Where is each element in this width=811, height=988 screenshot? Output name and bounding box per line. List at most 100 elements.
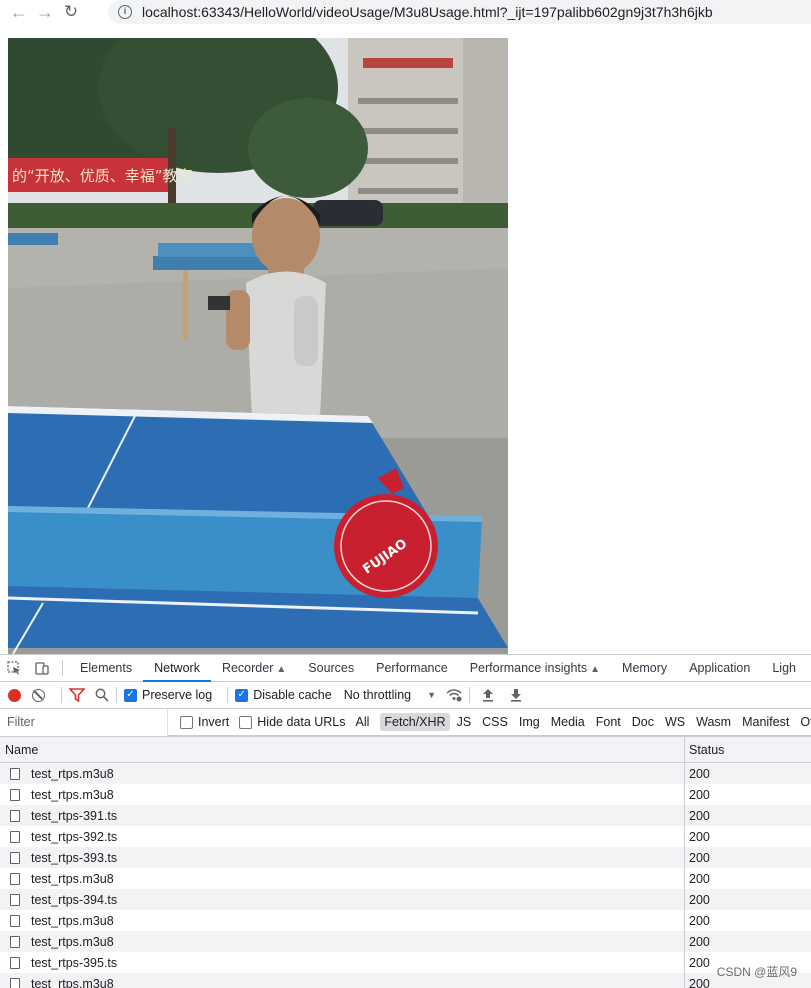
table-row[interactable]: test_rtps-393.ts 200	[0, 847, 811, 868]
reload-icon[interactable]: ↻	[58, 0, 84, 24]
video-player[interactable]: 的“开放、优质、幸福”教育 FUJIAO	[8, 38, 508, 654]
devtools-panel: Elements Network Recorder ▲ Sources Perfo…	[0, 654, 811, 988]
request-name-cell[interactable]: test_rtps.m3u8	[0, 931, 685, 952]
request-status-cell: 200	[689, 892, 710, 907]
flask-icon: ▲	[276, 663, 287, 675]
type-filter-manifest[interactable]: Manifest	[738, 713, 793, 731]
request-name-cell[interactable]: test_rtps-392.ts	[0, 826, 685, 847]
browser-toolbar: ← → ↻ i localhost:63343/HelloWorld/video…	[0, 0, 811, 24]
hide-data-urls-label[interactable]: Hide data URLs	[257, 715, 345, 729]
column-header-name[interactable]: Name	[0, 737, 685, 762]
type-filter-css[interactable]: CSS	[478, 713, 512, 731]
tab-recorder[interactable]: Recorder ▲	[211, 655, 297, 682]
hide-data-urls-option[interactable]: Hide data URLs	[239, 715, 353, 729]
table-row[interactable]: test_rtps-392.ts 200	[0, 826, 811, 847]
request-name-cell[interactable]: test_rtps-394.ts	[0, 889, 685, 910]
tab-sources[interactable]: Sources	[297, 655, 365, 682]
file-icon	[10, 914, 20, 927]
table-row[interactable]: test_rtps.m3u8 200	[0, 868, 811, 889]
tab-elements[interactable]: Elements	[69, 655, 143, 682]
type-filter-font[interactable]: Font	[592, 713, 625, 731]
disable-cache-label[interactable]: Disable cache	[253, 688, 332, 702]
table-row[interactable]: test_rtps-395.ts 200	[0, 952, 811, 973]
request-status-cell: 200	[689, 913, 710, 928]
type-filter-media[interactable]: Media	[547, 713, 589, 731]
url-text[interactable]: localhost:63343/HelloWorld/videoUsage/M3…	[142, 4, 713, 20]
table-row[interactable]: test_rtps.m3u8 200	[0, 784, 811, 805]
filter-input[interactable]	[0, 708, 168, 736]
toolbar-divider	[61, 687, 62, 703]
file-icon	[10, 872, 20, 885]
toolbar-divider	[227, 687, 229, 703]
clear-icon[interactable]	[32, 688, 45, 702]
type-filter-js[interactable]: JS	[453, 713, 476, 731]
address-bar[interactable]: i localhost:63343/HelloWorld/videoUsage/…	[108, 0, 811, 24]
request-name-cell[interactable]: test_rtps-393.ts	[0, 847, 685, 868]
banner-text: 的“开放、优质、幸福”教育	[12, 167, 193, 185]
toolbar-divider	[469, 687, 471, 703]
disable-cache-checkbox[interactable]: ✓	[235, 688, 249, 702]
table-row[interactable]: test_rtps.m3u8 200	[0, 931, 811, 952]
request-name-cell[interactable]: test_rtps.m3u8	[0, 868, 685, 889]
invert-option[interactable]: Invert	[180, 715, 237, 729]
request-status-cell: 200	[689, 829, 710, 844]
table-row[interactable]: test_rtps.m3u8 200	[0, 910, 811, 931]
info-icon[interactable]: i	[118, 5, 132, 19]
table-row[interactable]: test_rtps-394.ts 200	[0, 889, 811, 910]
export-har-icon[interactable]	[509, 688, 523, 702]
forward-arrow-icon[interactable]: →	[32, 0, 58, 24]
tab-memory[interactable]: Memory	[611, 655, 678, 682]
tab-network[interactable]: Network	[143, 655, 211, 682]
type-filter-ws[interactable]: WS	[661, 713, 689, 731]
table-row[interactable]: test_rtps.m3u8 200	[0, 763, 811, 784]
inspect-element-icon[interactable]	[0, 655, 28, 682]
tab-divider	[62, 660, 63, 676]
flask-icon: ▲	[590, 663, 601, 675]
tab-application[interactable]: Application	[678, 655, 761, 682]
throttling-select[interactable]: No throttling	[344, 688, 411, 702]
preserve-log-label[interactable]: Preserve log	[142, 688, 212, 702]
preserve-log-checkbox[interactable]: ✓	[124, 688, 137, 702]
tab-performance[interactable]: Performance	[365, 655, 459, 682]
invert-label[interactable]: Invert	[198, 715, 229, 729]
type-filter-wasm[interactable]: Wasm	[692, 713, 735, 731]
back-arrow-icon[interactable]: ←	[6, 0, 32, 24]
import-har-icon[interactable]	[481, 688, 495, 702]
file-icon	[10, 851, 20, 864]
tab-performance-insights[interactable]: Performance insights ▲	[459, 655, 611, 682]
request-name: test_rtps.m3u8	[31, 976, 114, 988]
column-header-status[interactable]: Status	[685, 737, 811, 762]
request-name-cell[interactable]: test_rtps.m3u8	[0, 910, 685, 931]
type-filter-all[interactable]: All	[352, 713, 374, 731]
request-name-cell[interactable]: test_rtps-391.ts	[0, 805, 685, 826]
network-conditions-icon[interactable]	[446, 688, 462, 702]
chevron-down-icon[interactable]: ▼	[427, 690, 436, 700]
request-status-cell: 200	[689, 850, 710, 865]
search-icon[interactable]	[95, 688, 109, 702]
request-status-cell: 200	[689, 871, 710, 886]
table-row[interactable]: test_rtps.m3u8 200	[0, 973, 811, 988]
file-icon	[10, 977, 20, 988]
request-name-cell[interactable]: test_rtps.m3u8	[0, 973, 685, 988]
request-name-cell[interactable]: test_rtps.m3u8	[0, 784, 685, 805]
tab-performance-insights-label: Performance insights	[469, 660, 588, 675]
invert-checkbox[interactable]	[180, 715, 193, 729]
request-name-cell[interactable]: test_rtps.m3u8	[0, 763, 685, 784]
request-name: test_rtps-392.ts	[31, 829, 118, 844]
hide-data-urls-checkbox[interactable]	[239, 715, 253, 729]
devtools-tabbar: Elements Network Recorder ▲ Sources Perfo…	[0, 655, 811, 682]
device-toolbar-icon[interactable]	[28, 655, 56, 682]
request-name-cell[interactable]: test_rtps-395.ts	[0, 952, 685, 973]
type-filter-doc[interactable]: Doc	[628, 713, 658, 731]
request-status-cell: 200	[689, 934, 710, 949]
request-name: test_rtps-394.ts	[31, 892, 118, 907]
file-icon	[10, 767, 20, 780]
record-icon[interactable]	[8, 688, 21, 702]
filter-funnel-icon[interactable]	[69, 688, 85, 702]
tab-lighthouse[interactable]: Ligh	[761, 655, 807, 682]
type-filter-other[interactable]: Other	[796, 713, 811, 731]
file-icon	[10, 935, 20, 948]
table-row[interactable]: test_rtps-391.ts 200	[0, 805, 811, 826]
type-filter-img[interactable]: Img	[515, 713, 544, 731]
type-filter-fetch-xhr[interactable]: Fetch/XHR	[380, 713, 450, 731]
